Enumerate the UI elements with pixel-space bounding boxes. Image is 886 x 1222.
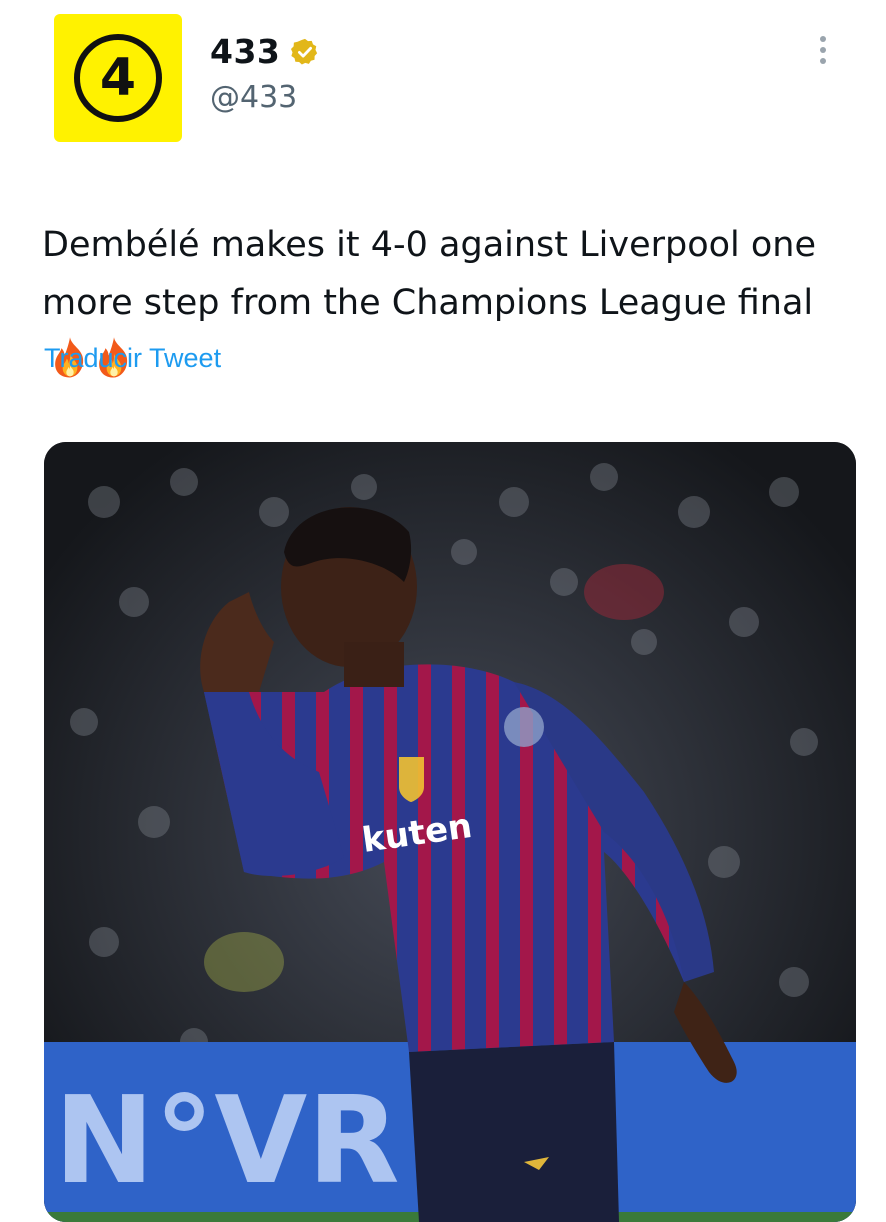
tweet-media-photo[interactable]: N°VR kuten	[44, 442, 856, 1222]
photo-illustration: N°VR kuten	[44, 442, 856, 1222]
ad-board-text: N°VR	[54, 1072, 400, 1211]
account-avatar[interactable]: 4	[54, 14, 182, 142]
translate-tweet-link[interactable]: Traducir Tweet	[44, 343, 221, 374]
display-name[interactable]: 433	[210, 32, 280, 71]
tweet-body: Dembélé makes it 4-0 against Liverpool o…	[42, 225, 817, 323]
more-options-icon[interactable]	[815, 36, 831, 72]
avatar-logo: 4	[74, 34, 162, 122]
verified-badge-icon	[291, 38, 318, 64]
account-handle[interactable]: @433	[210, 80, 297, 115]
account-name-row: 433	[210, 32, 320, 71]
